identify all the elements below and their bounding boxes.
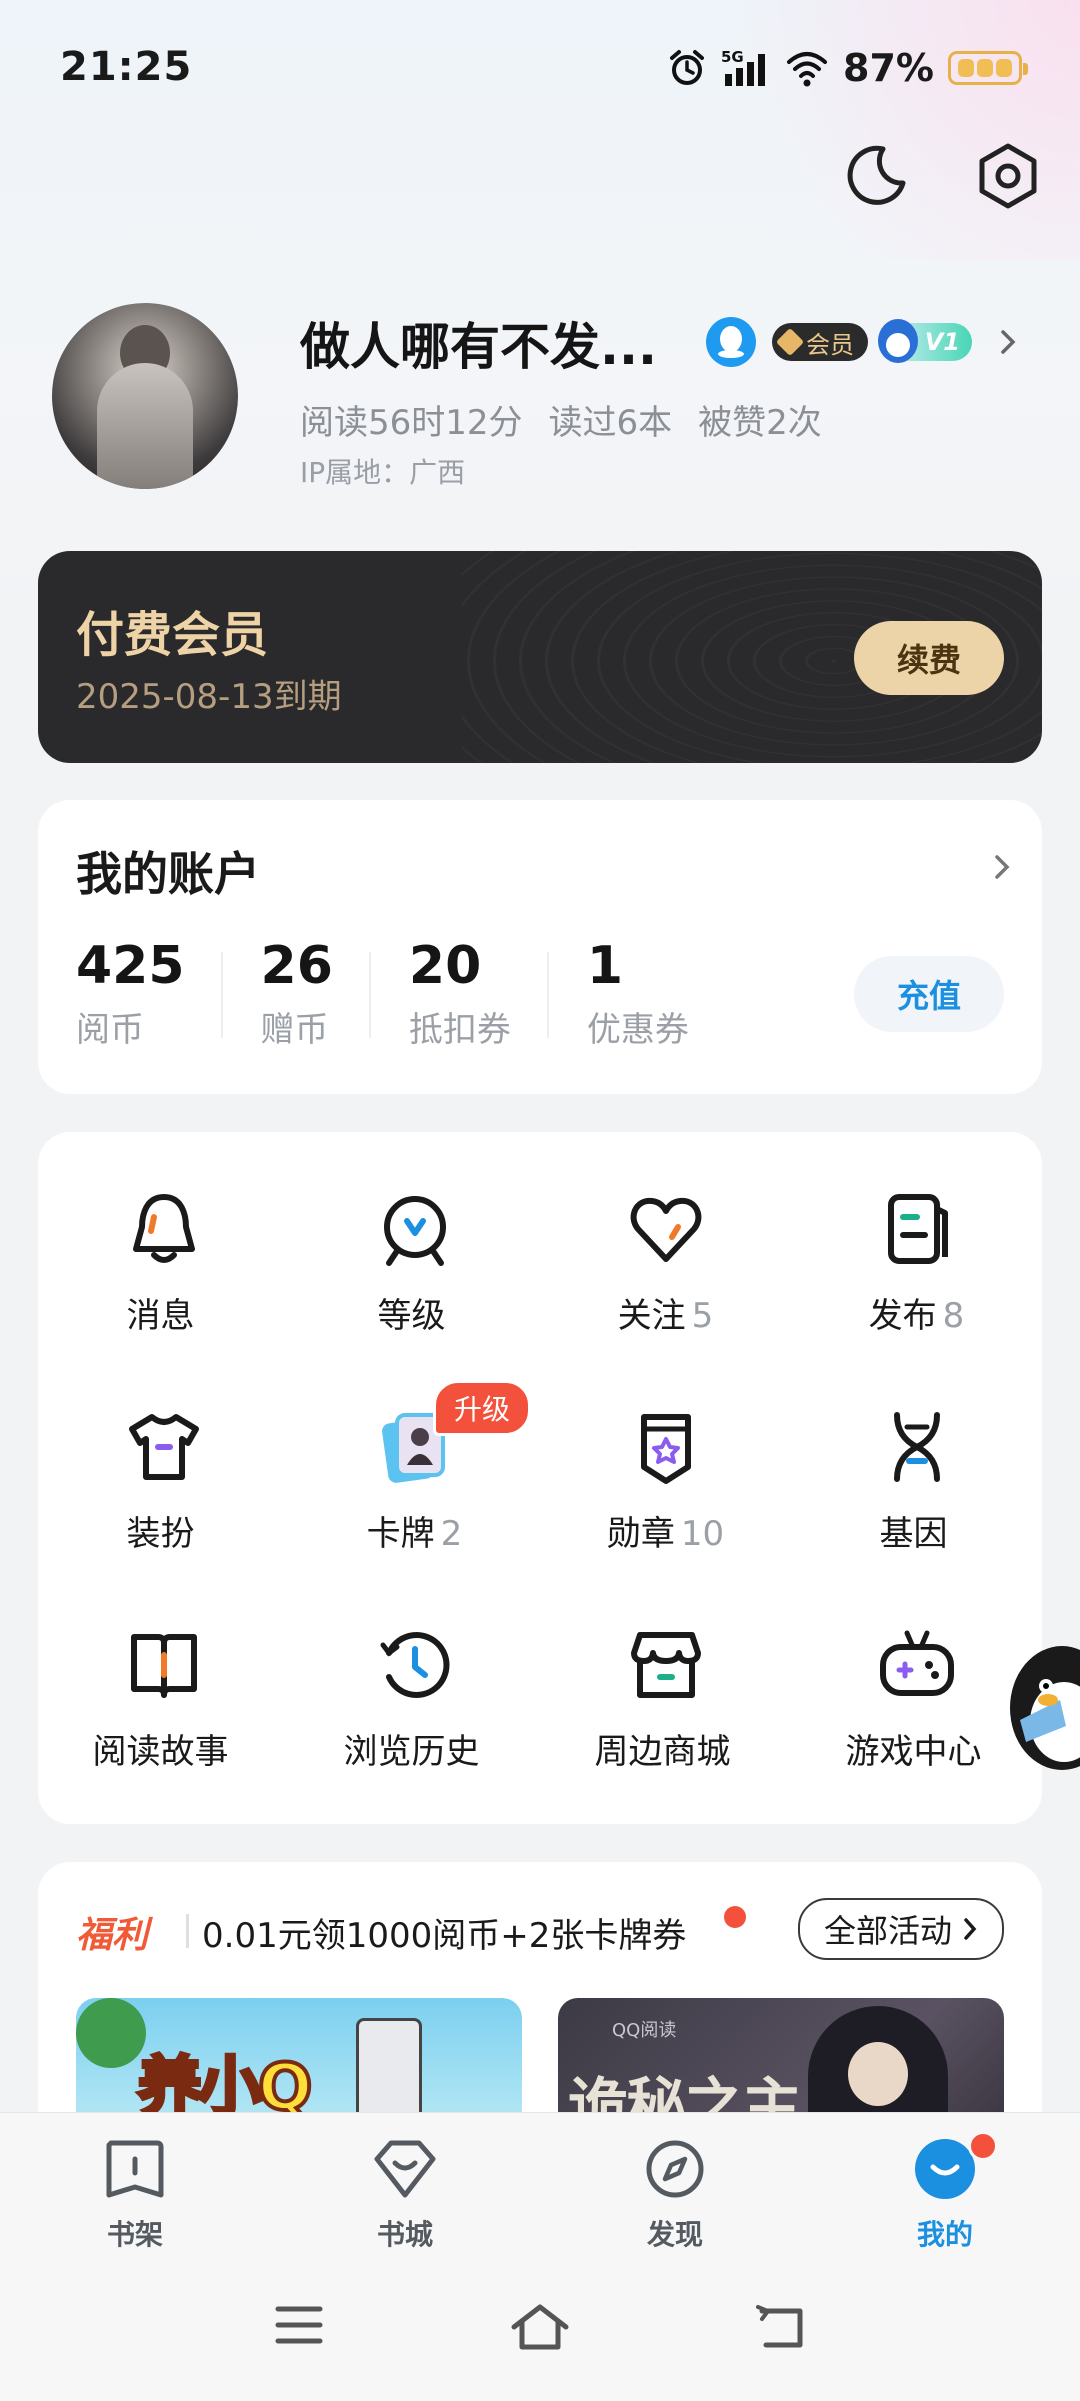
renew-button[interactable]: 续费 <box>854 621 1004 695</box>
vip-expiry: 2025-08-13到期 <box>76 677 342 717</box>
account-card[interactable]: 我的账户 425 阅币 26 赠币 20 抵扣券 1 优惠券 充值 <box>38 800 1042 1094</box>
grid-item-merch-store[interactable]: 周边商城 <box>540 1620 791 1838</box>
chevron-right-icon <box>964 1918 977 1940</box>
heart-icon <box>621 1184 711 1274</box>
grid-item-cards[interactable]: 升级 卡牌 2 <box>289 1380 540 1620</box>
svg-text:5G: 5G <box>721 48 744 66</box>
notification-dot <box>968 2131 998 2161</box>
mascot-float-icon[interactable] <box>1000 1630 1080 1780</box>
battery-icon <box>948 51 1028 85</box>
balance-gift-coins[interactable]: 26 赠币 <box>261 934 372 1051</box>
store-icon <box>369 2133 441 2205</box>
battery-percent: 87% <box>843 46 934 90</box>
bell-icon <box>119 1184 209 1274</box>
chevron-right-icon <box>1001 330 1016 354</box>
vip-card[interactable]: 付费会员 2025-08-13到期 续费 <box>38 551 1042 763</box>
stat-read-time: 阅读56时12分 <box>300 403 523 443</box>
level-badge: V1 <box>878 319 972 363</box>
profile-stats: 阅读56时12分 读过6本 被赞2次 <box>300 395 848 444</box>
medal-icon <box>621 1402 711 1492</box>
divider <box>186 1914 189 1948</box>
level-icon <box>370 1184 460 1274</box>
grid-item-publish[interactable]: 发布 8 <box>791 1184 1042 1402</box>
upgrade-badge: 升级 <box>433 1380 532 1436</box>
grid-item-dressup[interactable]: 装扮 <box>38 1402 289 1620</box>
feature-grid: 消息 等级 关注 5 发布 8 装扮 升级 卡牌 2 勋章 10 基因 阅读故事… <box>38 1184 1042 1838</box>
stat-books: 读过6本 <box>548 403 673 443</box>
signal-icon: 5G <box>721 48 766 86</box>
top-actions <box>840 140 1044 212</box>
back-icon[interactable] <box>754 2303 808 2351</box>
avatar[interactable] <box>52 303 238 489</box>
history-icon <box>370 1620 460 1710</box>
grid-item-level[interactable]: 等级 <box>289 1184 540 1402</box>
grid-item-reading-stories[interactable]: 阅读故事 <box>38 1620 289 1838</box>
home-icon[interactable] <box>510 2303 570 2351</box>
welfare-tag: 福利 <box>76 1915 149 1956</box>
wifi-icon <box>787 52 828 87</box>
all-activities-button[interactable]: 全部活动 <box>797 1898 1004 1960</box>
chevron-right-icon[interactable] <box>992 852 1012 882</box>
settings-icon[interactable] <box>972 140 1044 212</box>
shirt-icon <box>119 1402 209 1492</box>
bottom-tab-bar: 书架 书城 发现 我的 <box>0 2112 1080 2401</box>
tab-discover[interactable]: 发现 <box>540 2133 810 2253</box>
balance-coupons[interactable]: 1 优惠券 <box>587 934 727 1051</box>
system-nav-bar <box>0 2303 1080 2363</box>
balance-coins[interactable]: 425 阅币 <box>76 934 223 1051</box>
welfare-promo-text[interactable]: 0.01元领1000阅币+2张卡牌券 <box>202 1908 686 1957</box>
tab-bookstore[interactable]: 书城 <box>270 2133 540 2253</box>
qq-reading-logo: QQ阅读 <box>612 2020 677 2041</box>
recharge-button[interactable]: 充值 <box>854 956 1004 1032</box>
grid-item-messages[interactable]: 消息 <box>38 1184 289 1402</box>
grid-item-following[interactable]: 关注 5 <box>540 1184 791 1402</box>
status-icons: 5G 87% <box>667 46 1028 90</box>
moon-icon[interactable] <box>840 140 912 212</box>
gamepad-icon <box>872 1620 962 1710</box>
status-bar: 21:25 5G 87% <box>0 0 1080 140</box>
bookshelf-icon <box>99 2133 171 2205</box>
grid-item-browse-history[interactable]: 浏览历史 <box>289 1620 540 1838</box>
qq-icon <box>706 317 756 367</box>
publish-icon <box>872 1184 962 1274</box>
tab-bookshelf[interactable]: 书架 <box>0 2133 270 2253</box>
tab-me[interactable]: 我的 <box>810 2131 1080 2253</box>
stat-likes: 被赞2次 <box>698 403 822 443</box>
profile-badges: 会员 V1 <box>706 317 1018 367</box>
balance-vouchers[interactable]: 20 抵扣券 <box>409 934 549 1051</box>
menu-icon[interactable] <box>274 2303 324 2347</box>
account-title: 我的账户 <box>76 847 260 901</box>
feature-grid-card: 消息 等级 关注 5 发布 8 装扮 升级 卡牌 2 勋章 10 基因 阅读故事… <box>38 1132 1042 1824</box>
notification-dot <box>724 1906 746 1928</box>
profile-name: 做人哪有不发... <box>300 318 657 376</box>
shop-icon <box>621 1620 711 1710</box>
ip-location: IP属地：广西 <box>300 456 466 489</box>
vip-badge: 会员 <box>772 323 868 361</box>
book-icon <box>119 1620 209 1710</box>
account-balances: 425 阅币 26 赠币 20 抵扣券 1 优惠券 <box>76 934 765 1051</box>
profile-section[interactable]: 做人哪有不发... 会员 V1 阅读56时12分 读过6本 被赞2次 IP属地：广西 <box>52 303 1032 493</box>
status-time: 21:25 <box>60 44 193 90</box>
device-image <box>356 2018 422 2124</box>
grid-item-medals[interactable]: 勋章 10 <box>540 1402 791 1620</box>
compass-icon <box>639 2133 711 2205</box>
alarm-icon <box>670 50 705 85</box>
grid-item-genes[interactable]: 基因 <box>791 1402 1042 1620</box>
vip-title: 付费会员 <box>76 607 269 663</box>
dna-icon <box>872 1402 962 1492</box>
